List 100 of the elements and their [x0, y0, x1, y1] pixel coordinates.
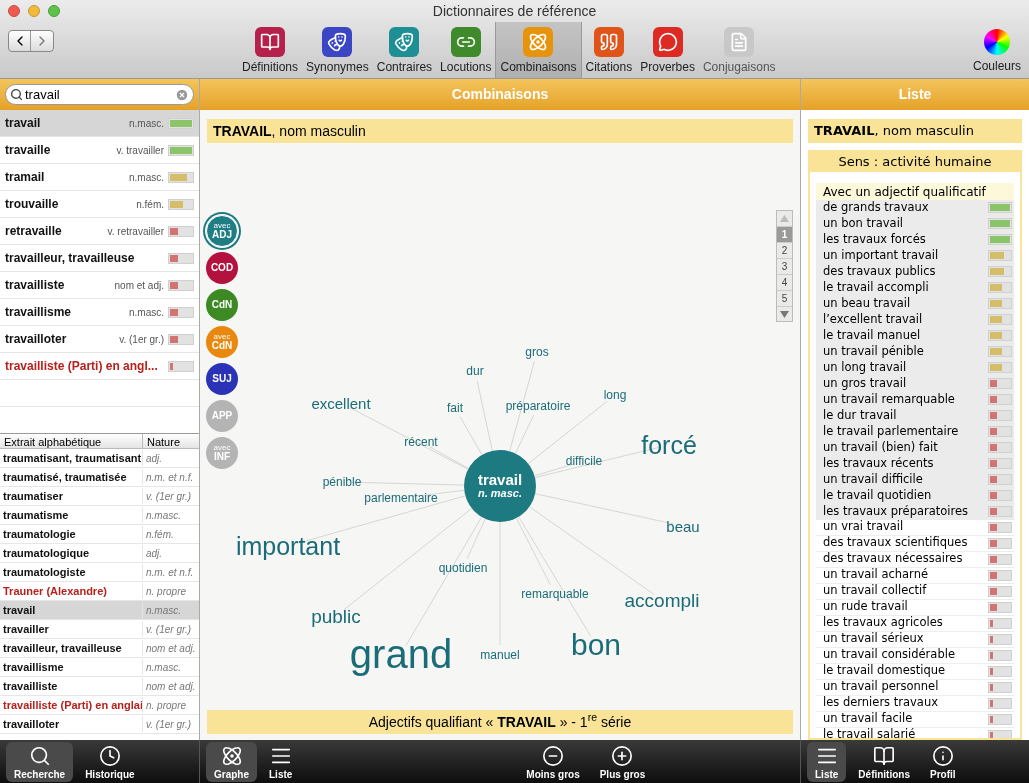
table-row[interactable]: travailloter v. (1er gr.)	[0, 715, 199, 734]
collocation-text: les travaux forcés	[823, 230, 927, 248]
result-word: travail	[5, 115, 41, 132]
toolbar-button[interactable]: Locutions	[436, 22, 496, 78]
collocate-word[interactable]: public	[311, 606, 361, 626]
toolbar-button[interactable]: Liste	[261, 741, 301, 782]
minimize-button[interactable]	[28, 5, 40, 17]
toolbar-button[interactable]: Citations	[581, 22, 637, 78]
page-button[interactable]: 4	[777, 274, 792, 290]
table-cell: travailliste	[0, 677, 143, 695]
page-button[interactable]: 2	[777, 242, 792, 258]
clock-icon	[98, 744, 121, 767]
collocate-word[interactable]: manuel	[480, 649, 520, 661]
collocate-word[interactable]: pénible	[322, 476, 362, 488]
search-icon	[10, 88, 23, 101]
toolbar-button[interactable]: Définitions	[850, 741, 918, 782]
table-cell-text: nom et adj.	[145, 641, 197, 656]
collocate-word[interactable]: remarquable	[521, 588, 589, 600]
search-icon	[28, 744, 51, 767]
table-cell: traumatisé, traumatisée	[0, 468, 143, 486]
toolbar-button[interactable]: Profil	[922, 741, 964, 782]
result-word: travailleur, travailleuse	[5, 250, 135, 267]
relation-button[interactable]: avec ADJ	[206, 215, 238, 247]
zoom-button[interactable]	[48, 5, 60, 17]
toolbar-button[interactable]: Proverbes	[636, 22, 699, 78]
table-row[interactable]: traumatiser v. (1er gr.)	[0, 487, 199, 506]
result-nature: n.fém.	[136, 197, 164, 212]
collocation-text: le dur travail	[823, 406, 898, 424]
toolbar-button[interactable]: Synonymes	[302, 22, 373, 78]
table-row[interactable]: travailliste (Parti) en anglai n. propre	[0, 696, 199, 715]
table-row[interactable]: travaillisme n.masc.	[0, 658, 199, 677]
toolbar-button[interactable]: Recherche	[6, 741, 74, 782]
table-row[interactable]: Trauner (Alexandre) n. propre	[0, 582, 199, 601]
table-cell-text: v. (1er gr.)	[145, 622, 192, 637]
toolbar-button[interactable]: Contraires	[372, 22, 437, 78]
collocate-word[interactable]: difficile	[565, 455, 603, 467]
toolbar-button[interactable]: Historique	[77, 741, 143, 782]
collocate-word[interactable]: beau	[666, 518, 700, 534]
collocate-word[interactable]: fait	[447, 402, 463, 414]
collocate-word[interactable]: gros	[525, 346, 549, 358]
table-cell: traumatologie	[0, 525, 143, 543]
toolbar-button[interactable]: Graphe	[206, 741, 257, 782]
collocation-text: les travaux agricoles	[823, 614, 944, 632]
table-cell-text: n. propre	[145, 584, 188, 599]
collocation-text: les derniers travaux	[823, 694, 939, 712]
table-row[interactable]: traumatologie n.fém.	[0, 525, 199, 544]
collocation-text: un beau travail	[823, 294, 912, 312]
down-arrow-icon[interactable]	[777, 306, 792, 321]
result-word: travaille	[5, 142, 51, 159]
table-cell-text: v. (1er gr.)	[145, 717, 192, 732]
table-row[interactable]: traumatisme n.masc.	[0, 506, 199, 525]
table-row[interactable]: travailleur, travailleuse nom et adj.	[0, 639, 199, 658]
collocate-word[interactable]: accompli	[624, 590, 700, 610]
relation-button[interactable]: COD	[206, 252, 238, 284]
book-icon	[873, 744, 896, 767]
toolbar-button[interactable]: Liste	[807, 741, 847, 782]
collocate-word[interactable]: important	[235, 533, 341, 559]
table-row[interactable]: traumatologiste n.m. et n.f.	[0, 563, 199, 582]
collocation-text: le travail parlementaire	[823, 422, 960, 440]
table-row[interactable]: traumatologique adj.	[0, 544, 199, 563]
column-header[interactable]: Extrait alphabétique	[0, 434, 143, 448]
collocate-word[interactable]: récent	[404, 436, 438, 448]
clear-icon[interactable]	[175, 87, 189, 102]
table-row[interactable]: travailler v. (1er gr.)	[0, 620, 199, 639]
table-cell: traumatisant, traumatisant	[0, 449, 143, 467]
table-row[interactable]: travailliste nom et adj.	[0, 677, 199, 696]
column-header[interactable]: Nature	[143, 434, 199, 448]
collocate-word[interactable]: excellent	[311, 395, 371, 411]
table-cell: travail	[0, 601, 143, 619]
toolbar-button[interactable]: Définitions	[238, 22, 303, 78]
search-field[interactable]: travail	[5, 84, 194, 105]
center-node[interactable]: travail n. masc.	[464, 450, 536, 522]
colors-button[interactable]: Couleurs	[972, 22, 1021, 75]
table-cell-text: adj.	[145, 451, 164, 466]
collocate-word[interactable]: parlementaire	[364, 492, 438, 504]
toolbar-button[interactable]: Moins gros	[518, 741, 588, 782]
page-button[interactable]: 3	[777, 258, 792, 274]
result-row[interactable]: travail n.masc.	[0, 110, 199, 137]
collocate-word[interactable]: grand	[349, 634, 453, 674]
toolbar-button[interactable]: Combinaisons	[495, 22, 582, 78]
table-row[interactable]: travail n.masc.	[0, 601, 199, 620]
table-row[interactable]: traumatisé, traumatisée n.m. et n.f.	[0, 468, 199, 487]
collocate-word[interactable]: forcé	[641, 432, 697, 458]
collocate-word[interactable]: bon	[570, 630, 622, 660]
collocate-word[interactable]: long	[603, 389, 627, 401]
relation-button[interactable]: SUJ	[206, 363, 238, 395]
collocate-word[interactable]: préparatoire	[505, 400, 571, 412]
entry-heading: TRAVAIL, nom masculin	[207, 119, 793, 143]
panel-header: Combinaisons	[200, 79, 800, 110]
toolbar-button[interactable]: Plus gros	[591, 741, 654, 782]
table-cell: Trauner (Alexandre)	[0, 582, 143, 600]
table-cell: traumatologiste	[0, 563, 143, 581]
page-button[interactable]: 5	[777, 290, 792, 306]
collocate-word[interactable]: quotidien	[438, 562, 488, 574]
result-nature: v. (1er gr.)	[119, 332, 164, 347]
close-button[interactable]	[8, 5, 20, 17]
collocate-word[interactable]: dur	[466, 365, 484, 377]
table-row[interactable]: traumatisant, traumatisant adj.	[0, 449, 199, 468]
relation-button[interactable]: CdN	[206, 289, 238, 321]
table-cell-text: n.m. et n.f.	[145, 565, 195, 580]
